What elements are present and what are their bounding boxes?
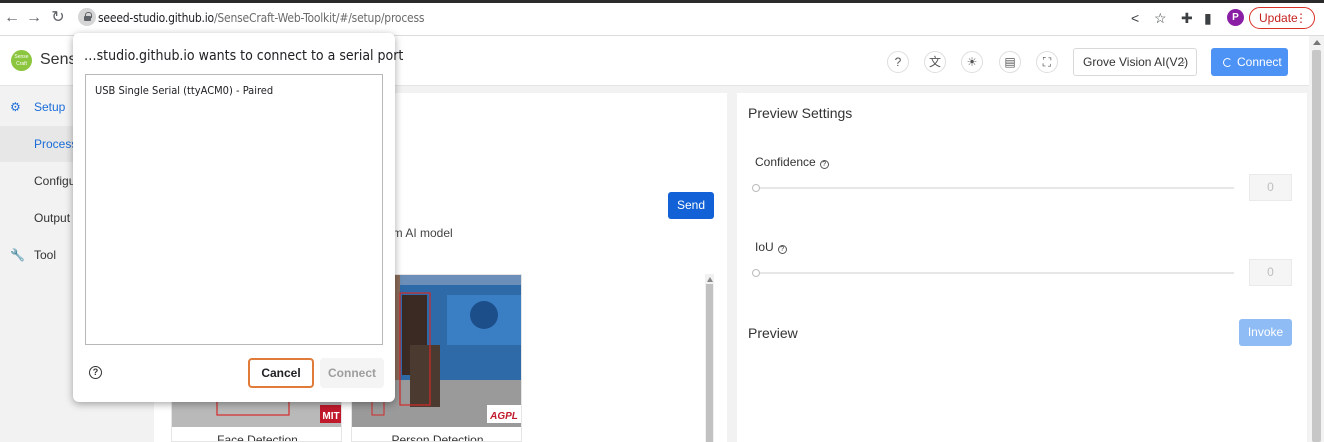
browser-toolbar: ← → ↻ seeed-studio.github.io/SenseCraft-… (0, 0, 1324, 36)
docs-icon[interactable]: ▤ (999, 51, 1021, 73)
question-circle-icon[interactable]: ? (777, 245, 787, 254)
scrollbar-thumb[interactable] (1312, 50, 1321, 442)
help-icon[interactable]: ? (89, 366, 102, 379)
confidence-label-text: Confidence (755, 155, 816, 169)
share-icon[interactable]: < (1131, 9, 1139, 27)
sidepanel-icon[interactable]: ▮ (1204, 9, 1212, 27)
dialog-title: …studio.github.io wants to connect to a … (84, 48, 404, 64)
model-card-title: Person Detection (391, 433, 484, 442)
custom-model-text: om AI model (386, 226, 453, 240)
serial-port-dialog: …studio.github.io wants to connect to a … (73, 33, 403, 402)
cancel-button[interactable]: Cancel (248, 358, 314, 388)
confidence-slider-rail[interactable] (756, 187, 1234, 189)
iou-slider-rail[interactable] (756, 272, 1234, 274)
forward-icon[interactable]: → (24, 8, 44, 28)
iou-label-text: IoU (755, 240, 774, 254)
update-button[interactable]: Update ⋮ (1249, 7, 1315, 29)
scroll-up-icon[interactable] (707, 277, 713, 282)
invoke-button[interactable]: Invoke (1239, 319, 1292, 346)
model-card-title: Face Detection (217, 433, 298, 442)
connect-button[interactable]: Connect (1211, 48, 1288, 76)
device-select-value: Grove Vision AI(V2) (1083, 55, 1189, 69)
confidence-label: Confidence? (755, 155, 829, 169)
scrollbar-thumb[interactable] (706, 284, 713, 442)
page-scrollbar[interactable] (1309, 36, 1324, 442)
sidebar-item-label: Tool (34, 248, 57, 262)
url-text[interactable]: seeed-studio.github.io/SenseCraft-Web-To… (98, 11, 425, 25)
confidence-slider-handle[interactable] (752, 184, 760, 192)
star-icon[interactable]: ☆ (1154, 9, 1167, 27)
dialog-connect-button[interactable]: Connect (320, 358, 384, 388)
wrench-icon: 🔧 (10, 248, 25, 262)
extensions-icon[interactable]: ✚ (1181, 9, 1193, 27)
iou-slider-handle[interactable] (752, 269, 760, 277)
back-icon[interactable]: ← (2, 8, 22, 28)
serial-device-list[interactable]: USB Single Serial (ttyACM0) - Paired (85, 74, 383, 345)
help-icon[interactable]: ? (887, 51, 909, 73)
connect-button-label: Connect (1237, 55, 1282, 69)
more-icon: ⋮ (1295, 11, 1307, 25)
send-button[interactable]: Send (668, 192, 714, 219)
profile-avatar[interactable]: P (1227, 9, 1244, 26)
url-host: seeed-studio.github.io (98, 11, 214, 25)
loading-icon (1223, 58, 1232, 67)
sensecraft-logo: Sense Craft (11, 50, 32, 71)
serial-device-item[interactable]: USB Single Serial (ttyACM0) - Paired (95, 84, 273, 97)
reload-icon[interactable]: ↻ (48, 8, 68, 28)
sidebar-item-label: Output (34, 211, 71, 225)
sidebar-item-label: Setup (34, 100, 66, 114)
models-scrollbar[interactable] (705, 274, 714, 442)
question-circle-icon[interactable]: ? (819, 160, 829, 169)
url-path: /SenseCraft-Web-Toolkit/#/setup/process (213, 11, 425, 25)
translate-icon[interactable]: 文 (924, 51, 946, 73)
card-badge: AGPL (489, 411, 518, 422)
preview-settings-title: Preview Settings (748, 105, 853, 121)
confidence-input[interactable]: 0 (1249, 174, 1292, 201)
iou-input[interactable]: 0 (1249, 259, 1292, 286)
update-label: Update (1259, 11, 1298, 25)
scroll-up-icon[interactable] (1313, 40, 1321, 45)
lock-icon[interactable] (78, 8, 96, 26)
preview-title: Preview (748, 325, 798, 341)
sidebar-item-label: Process (34, 137, 78, 151)
window-top-edge (0, 0, 1324, 3)
preview-settings-panel: Preview Settings Confidence? 0 IoU? 0 Pr… (737, 93, 1307, 442)
theme-icon[interactable]: ☀ (961, 51, 983, 73)
fullscreen-icon[interactable]: ⛶ (1036, 51, 1058, 73)
iou-label: IoU? (755, 240, 787, 254)
gear-icon: ⚙ (10, 100, 21, 114)
device-select[interactable]: Grove Vision AI(V2) ⌄ (1073, 48, 1197, 76)
chevron-down-icon: ⌄ (1178, 56, 1187, 67)
card-badge: MIT (322, 411, 339, 422)
